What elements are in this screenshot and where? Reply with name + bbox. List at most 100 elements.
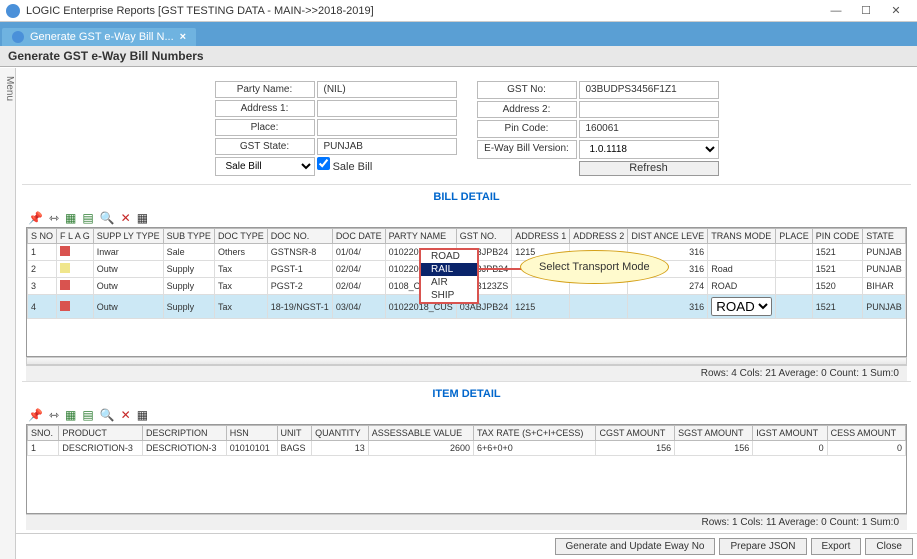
dropdown-option[interactable]: AIR [421, 276, 477, 289]
callout-connector [479, 268, 524, 270]
bill-col-header[interactable]: TRANS NAME [905, 229, 907, 244]
address1-label: Address 1: [215, 100, 315, 117]
pin-label: Pin Code: [477, 120, 577, 138]
item-toolbar: 📌 ⇿ ▦ ▤ 🔍 ✕ ▦ [22, 406, 911, 424]
address2-value[interactable] [579, 101, 719, 119]
item-col-header[interactable]: HSN [226, 426, 277, 441]
item-grid[interactable]: SNO.PRODUCTDESCRIPTIONHSNUNITQUANTITYASS… [26, 424, 907, 514]
address2-label: Address 2: [477, 101, 577, 119]
bill-status: Rows: 4 Cols: 21 Average: 0 Count: 1 Sum… [26, 365, 907, 381]
callout-bubble: Select Transport Mode [520, 250, 669, 284]
bill-col-header[interactable]: TRANS MODE [708, 229, 776, 244]
bill-col-header[interactable]: DOC NO. [267, 229, 332, 244]
trans-mode-select[interactable]: ROAD [711, 297, 772, 316]
toolbar-excel-icon[interactable]: ▦ [65, 408, 76, 422]
sale-bill-select[interactable]: Sale Bill [215, 157, 315, 176]
item-col-header[interactable]: UNIT [277, 426, 312, 441]
bill-toolbar: 📌 ⇿ ▦ ▤ 🔍 ✕ ▦ [22, 209, 911, 227]
trans-mode-dropdown[interactable]: ROADRAILAIRSHIP [419, 248, 479, 304]
bill-col-header[interactable]: PIN CODE [812, 229, 863, 244]
item-col-header[interactable]: QUANTITY [312, 426, 369, 441]
prepare-json-button[interactable]: Prepare JSON [719, 538, 806, 555]
window-titlebar: LOGIC Enterprise Reports [GST TESTING DA… [0, 0, 917, 22]
maximize-button[interactable]: ☐ [851, 2, 881, 20]
toolbar-export-icon[interactable]: ▤ [82, 211, 93, 225]
bill-col-header[interactable]: SUB TYPE [163, 229, 214, 244]
side-menu-handle[interactable]: Menu [0, 68, 16, 559]
dropdown-option[interactable]: SHIP [421, 289, 477, 302]
toolbar-cols-icon[interactable]: ⇿ [49, 408, 59, 422]
bill-col-header[interactable]: DOC TYPE [214, 229, 267, 244]
bill-col-header[interactable]: SUPP LY TYPE [93, 229, 163, 244]
place-value[interactable] [317, 119, 457, 136]
item-col-header[interactable]: IGST AMOUNT [753, 426, 827, 441]
export-button[interactable]: Export [811, 538, 862, 555]
header-form: Party Name: (NIL) Address 1: Place: GST … [22, 81, 911, 176]
item-col-header[interactable]: SGST AMOUNT [675, 426, 753, 441]
item-col-header[interactable]: DESCRIPTION [143, 426, 227, 441]
ewb-version-select[interactable]: 1.0.1118 [579, 140, 719, 160]
item-detail-title: ITEM DETAIL [22, 381, 911, 406]
tab-icon [12, 31, 24, 43]
flag-icon [60, 280, 70, 290]
close-window-button[interactable]: ✕ [881, 2, 911, 20]
bill-col-header[interactable]: DIST ANCE LEVE [628, 229, 708, 244]
item-status: Rows: 1 Cols: 11 Average: 0 Count: 1 Sum… [26, 514, 907, 530]
bill-detail-title: BILL DETAIL [22, 184, 911, 209]
document-tabbar: Generate GST e-Way Bill N... × [0, 22, 917, 46]
toolbar-pin-icon[interactable]: 📌 [28, 408, 43, 422]
toolbar-find-icon[interactable]: 🔍 [100, 211, 115, 225]
app-icon [6, 4, 20, 18]
toolbar-grid-icon[interactable]: ▦ [137, 211, 148, 225]
toolbar-pin-icon[interactable]: 📌 [28, 211, 43, 225]
bill-col-header[interactable]: PLACE [776, 229, 813, 244]
callout-text: Select Transport Mode [520, 250, 669, 284]
item-col-header[interactable]: PRODUCT [59, 426, 143, 441]
window-title: LOGIC Enterprise Reports [GST TESTING DA… [26, 5, 821, 17]
gst-state-label: GST State: [215, 138, 315, 155]
party-name-label: Party Name: [215, 81, 315, 98]
sale-bill-checkbox[interactable]: Sale Bill [317, 157, 457, 176]
footer-actions: Generate and Update Eway No Prepare JSON… [16, 533, 917, 559]
toolbar-find-icon[interactable]: 🔍 [100, 408, 115, 422]
bill-col-header[interactable]: PARTY NAME [385, 229, 456, 244]
bill-col-header[interactable]: F L A G [57, 229, 94, 244]
refresh-button[interactable]: Refresh [579, 161, 719, 176]
bill-col-header[interactable]: S NO [28, 229, 57, 244]
bill-col-header[interactable]: GST NO. [456, 229, 512, 244]
ewb-version-label: E-Way Bill Version: [477, 140, 577, 160]
tab-label: Generate GST e-Way Bill N... [30, 31, 174, 43]
item-col-header[interactable]: TAX RATE (S+C+I+CESS) [473, 426, 596, 441]
item-col-header[interactable]: CGST AMOUNT [596, 426, 675, 441]
dropdown-option[interactable]: RAIL [421, 263, 477, 276]
bill-col-header[interactable]: ADDRESS 2 [570, 229, 628, 244]
tab-close-icon[interactable]: × [180, 31, 186, 43]
bill-hscroll[interactable] [26, 357, 907, 365]
close-button[interactable]: Close [865, 538, 913, 555]
generate-update-button[interactable]: Generate and Update Eway No [555, 538, 716, 555]
minimize-button[interactable]: — [821, 2, 851, 20]
toolbar-cols-icon[interactable]: ⇿ [49, 211, 59, 225]
toolbar-delete-icon[interactable]: ✕ [121, 408, 131, 422]
item-col-header[interactable]: CESS AMOUNT [827, 426, 905, 441]
gst-state-value[interactable]: PUNJAB [317, 138, 457, 155]
tab-generate-eway[interactable]: Generate GST e-Way Bill N... × [2, 28, 196, 46]
gst-no-value[interactable]: 03BUDPS3456F1Z1 [579, 81, 719, 99]
item-col-header[interactable]: ASSESSABLE VALUE [368, 426, 473, 441]
toolbar-export-icon[interactable]: ▤ [82, 408, 93, 422]
dropdown-option[interactable]: ROAD [421, 250, 477, 263]
place-label: Place: [215, 119, 315, 136]
party-name-value[interactable]: (NIL) [317, 81, 457, 98]
toolbar-delete-icon[interactable]: ✕ [121, 211, 131, 225]
flag-icon [60, 246, 70, 256]
item-row[interactable]: 1DESCRIOTION-3DESCRIOTION-301010101BAGS1… [28, 441, 906, 456]
bill-col-header[interactable]: DOC DATE [332, 229, 385, 244]
bill-col-header[interactable]: ADDRESS 1 [512, 229, 570, 244]
toolbar-excel-icon[interactable]: ▦ [65, 211, 76, 225]
bill-col-header[interactable]: STATE [863, 229, 906, 244]
flag-icon [60, 301, 70, 311]
address1-value[interactable] [317, 100, 457, 117]
pin-value[interactable]: 160061 [579, 120, 719, 138]
toolbar-grid-icon[interactable]: ▦ [137, 408, 148, 422]
item-col-header[interactable]: SNO. [28, 426, 59, 441]
